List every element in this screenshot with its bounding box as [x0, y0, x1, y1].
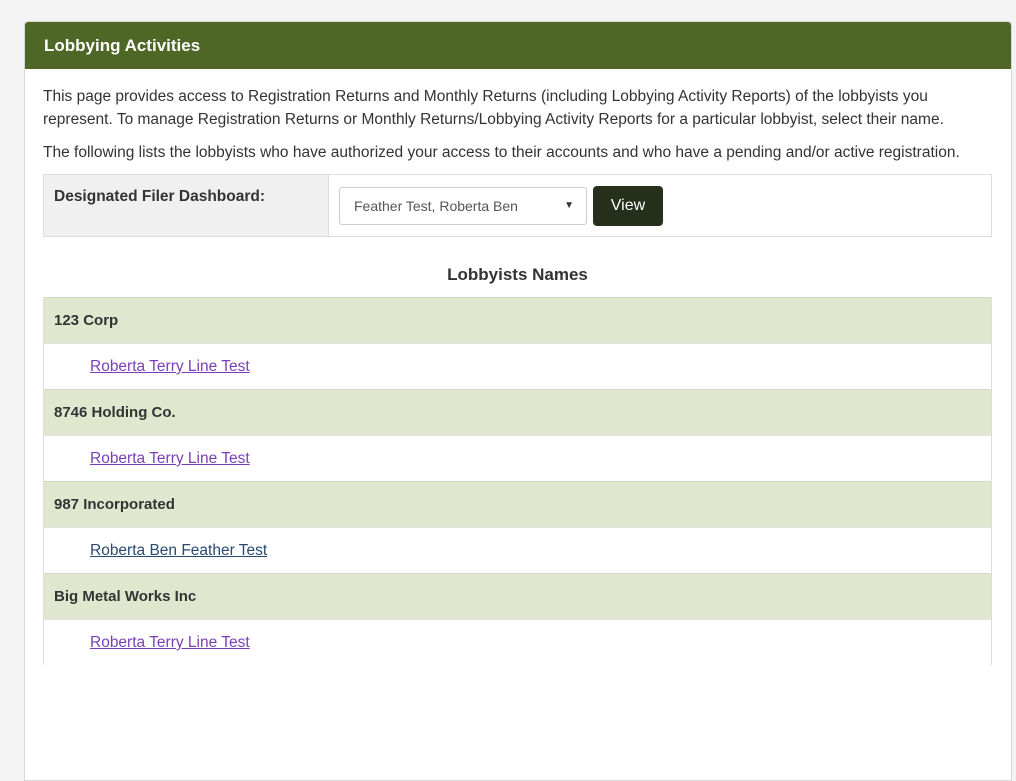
designated-filer-row: Designated Filer Dashboard: Feather Test…	[43, 174, 992, 237]
lobbyist-link[interactable]: Roberta Ben Feather Test	[90, 542, 267, 559]
lobbyists-names-heading: Lobbyists Names	[447, 265, 588, 284]
org-row: 123 Corp	[44, 297, 991, 343]
org-row: 987 Incorporated	[44, 481, 991, 527]
lobbying-activities-panel: Lobbying Activities This page provides a…	[24, 21, 1012, 781]
panel-body: This page provides access to Registratio…	[25, 69, 1011, 665]
org-row: Big Metal Works Inc	[44, 573, 991, 619]
view-button[interactable]: View	[593, 185, 663, 226]
designated-filer-controls: Feather Test, Roberta Ben ▼ View	[329, 175, 991, 236]
lobbyists-list: 123 Corp Roberta Terry Line Test 8746 Ho…	[43, 297, 992, 665]
person-row: Roberta Ben Feather Test	[44, 527, 991, 573]
filer-select[interactable]: Feather Test, Roberta Ben ▼	[339, 186, 587, 225]
lobbyist-link[interactable]: Roberta Terry Line Test	[90, 634, 250, 651]
org-row: 8746 Holding Co.	[44, 389, 991, 435]
lobbyist-link[interactable]: Roberta Terry Line Test	[90, 358, 250, 375]
panel-title: Lobbying Activities	[25, 22, 1011, 69]
intro-paragraph-2: The following lists the lobbyists who ha…	[43, 144, 960, 161]
chevron-down-icon: ▼	[564, 199, 574, 211]
person-row: Roberta Terry Line Test	[44, 343, 991, 389]
intro-paragraph-1: This page provides access to Registratio…	[43, 88, 944, 128]
designated-filer-label: Designated Filer Dashboard:	[44, 175, 329, 236]
person-row: Roberta Terry Line Test	[44, 619, 991, 665]
filer-select-value: Feather Test, Roberta Ben	[354, 197, 518, 214]
lobbyist-link[interactable]: Roberta Terry Line Test	[90, 450, 250, 467]
person-row: Roberta Terry Line Test	[44, 435, 991, 481]
